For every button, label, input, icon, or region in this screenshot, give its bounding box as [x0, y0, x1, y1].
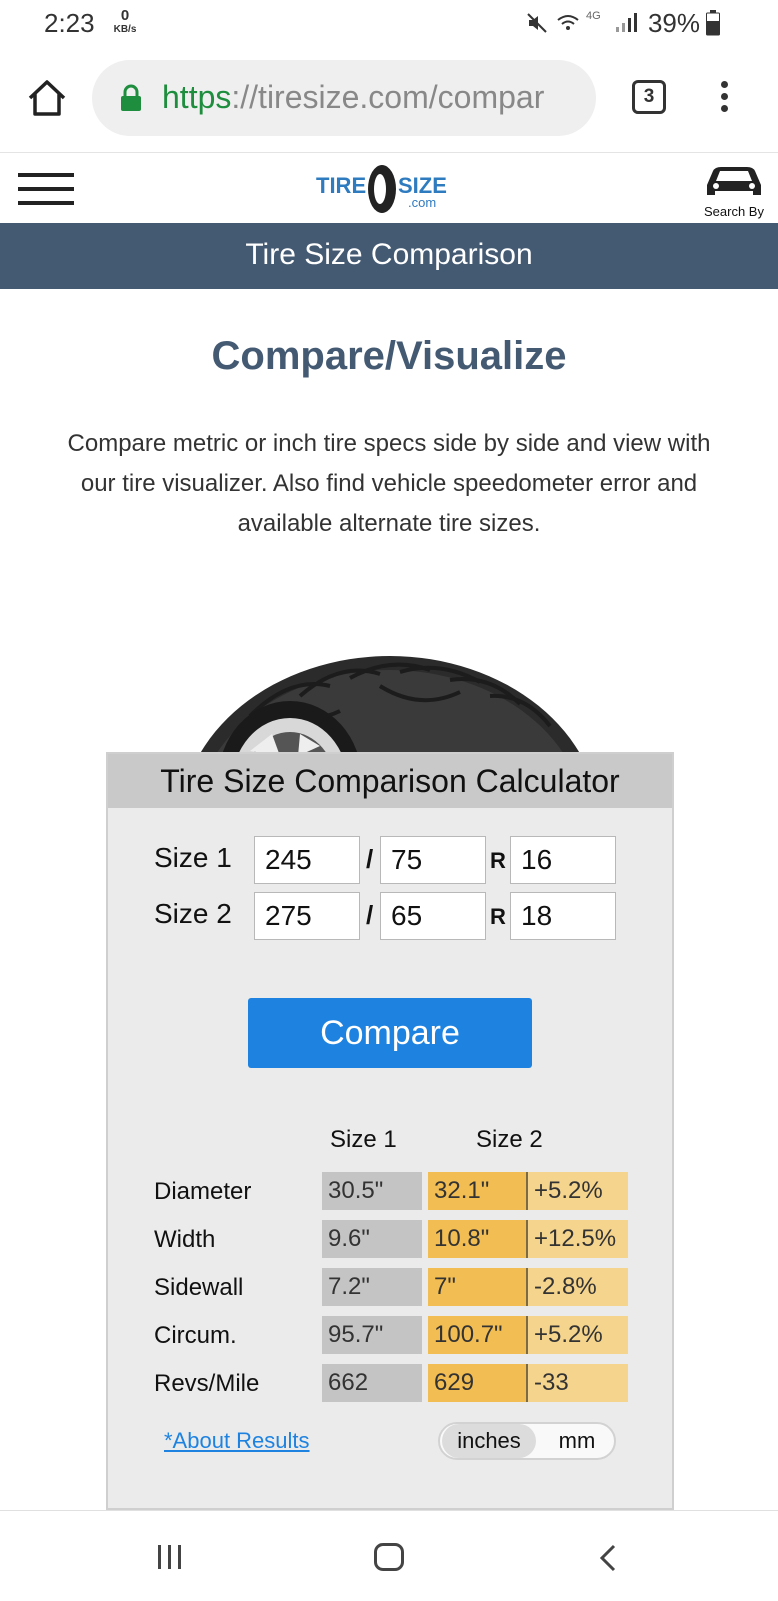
lock-icon	[121, 84, 141, 111]
difference-value: +5.2%	[528, 1172, 628, 1210]
result-label: Width	[154, 1226, 216, 1253]
network-type: 4G	[586, 10, 601, 22]
site-header: TIRE SIZE .com Search By	[0, 153, 778, 223]
unit-option-mm[interactable]: mm	[540, 1424, 614, 1458]
url-text: https://tiresize.com/compar	[162, 79, 544, 116]
compare-button[interactable]: Compare	[248, 998, 532, 1068]
search-by-vehicle[interactable]: Search By	[694, 161, 774, 219]
status-bar: 2:23 0 KB/s 4G 39%	[0, 0, 778, 48]
unit-toggle: inches mm	[438, 1422, 616, 1460]
intro-text: Compare metric or inch tire specs side b…	[67, 430, 711, 537]
page-banner: Tire Size Comparison	[0, 223, 778, 289]
column-header-size-1: Size 1	[330, 1126, 397, 1153]
net-speed-value: 0	[120, 7, 130, 24]
address-bar[interactable]: https://tiresize.com/compar	[92, 60, 596, 136]
mute-icon	[527, 13, 547, 33]
unit-option-inches[interactable]: inches	[442, 1424, 536, 1458]
size-1-value: 662	[322, 1364, 422, 1402]
size-2-value: 629	[428, 1364, 528, 1402]
url-path: ://tiresize.com/compar	[231, 79, 545, 115]
net-speed-unit: KB/s	[113, 24, 137, 35]
page-title: Compare/Visualize	[211, 334, 567, 378]
result-label: Circum.	[154, 1322, 237, 1349]
tab-switcher-button[interactable]: 3	[632, 80, 666, 114]
result-label: Diameter	[154, 1178, 252, 1205]
net-speed: 0 KB/s	[108, 7, 142, 36]
column-header-size-2: Size 2	[476, 1126, 543, 1153]
result-label: Sidewall	[154, 1274, 244, 1301]
size-1-label: Size 1	[154, 842, 232, 873]
recent-apps-icon[interactable]	[158, 1545, 188, 1574]
status-time: 2:23	[44, 8, 95, 38]
home-icon[interactable]	[26, 78, 68, 118]
calculator-title: Tire Size Comparison Calculator	[108, 754, 672, 808]
tiresize-logo[interactable]: TIRE SIZE .com	[314, 161, 464, 217]
radial-label: R	[490, 848, 506, 873]
size-1-width-input[interactable]: 245	[254, 836, 360, 884]
battery-percent: 39%	[647, 8, 700, 38]
size-1-value: 95.7"	[322, 1316, 422, 1354]
back-icon[interactable]	[596, 1543, 622, 1573]
overflow-menu-icon[interactable]	[714, 78, 734, 118]
size-1-value: 30.5"	[322, 1172, 422, 1210]
size-1-value: 7.2"	[322, 1268, 422, 1306]
car-icon	[707, 167, 761, 195]
wifi-icon	[557, 15, 579, 30]
size-2-value: 32.1"	[428, 1172, 528, 1210]
result-row-diameter: Diameter 30.5" 32.1" +5.2%	[154, 1172, 634, 1210]
home-nav-icon[interactable]	[374, 1543, 404, 1571]
size-2-label: Size 2	[154, 898, 232, 929]
about-results-link[interactable]: *About Results	[164, 1428, 310, 1454]
radial-label: R	[490, 904, 506, 929]
difference-value: +5.2%	[528, 1316, 628, 1354]
svg-text:TIRE: TIRE	[316, 173, 366, 198]
result-row-width: Width 9.6" 10.8" +12.5%	[154, 1220, 634, 1258]
slash-separator: /	[366, 844, 374, 874]
search-by-label: Search By	[704, 204, 764, 219]
size-2-value: 100.7"	[428, 1316, 528, 1354]
difference-value: +12.5%	[528, 1220, 628, 1258]
hamburger-menu-icon[interactable]	[18, 173, 74, 207]
size-2-width-input[interactable]: 275	[254, 892, 360, 940]
difference-value: -33	[528, 1364, 628, 1402]
comparison-calculator: Tire Size Comparison Calculator Size 1 2…	[106, 752, 674, 1510]
url-scheme: https	[162, 79, 232, 115]
size-2-aspect-input[interactable]: 65	[380, 892, 486, 940]
slash-separator: /	[366, 900, 374, 930]
size-2-value: 10.8"	[428, 1220, 528, 1258]
battery-icon	[706, 10, 720, 36]
result-label: Revs/Mile	[154, 1370, 260, 1397]
signal-icon	[616, 13, 637, 32]
result-row-sidewall: Sidewall 7.2" 7" -2.8%	[154, 1268, 634, 1306]
size-2-value: 7"	[428, 1268, 528, 1306]
system-nav-bar	[0, 1510, 778, 1601]
size-1-aspect-input[interactable]: 75	[380, 836, 486, 884]
result-row-circumference: Circum. 95.7" 100.7" +5.2%	[154, 1316, 634, 1354]
tire-image	[198, 656, 582, 756]
result-row-revs-per-mile: Revs/Mile 662 629 -33	[154, 1364, 634, 1402]
size-2-rim-input[interactable]: 18	[510, 892, 616, 940]
difference-value: -2.8%	[528, 1268, 628, 1306]
size-1-value: 9.6"	[322, 1220, 422, 1258]
size-1-rim-input[interactable]: 16	[510, 836, 616, 884]
svg-text:.com: .com	[408, 195, 436, 210]
browser-toolbar: https://tiresize.com/compar 3	[0, 48, 778, 153]
